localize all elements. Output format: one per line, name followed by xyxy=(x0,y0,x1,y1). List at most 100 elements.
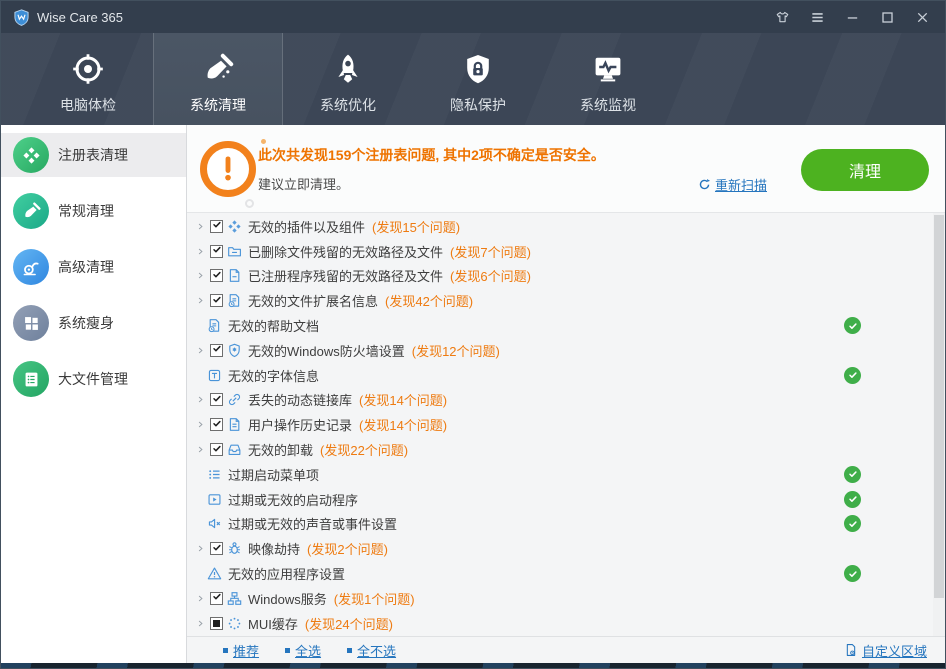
row-label: 用户操作历史记录 xyxy=(248,415,352,434)
expand-chevron-icon[interactable] xyxy=(196,618,205,629)
close-button[interactable] xyxy=(909,5,935,29)
list-row: Windows服务 (发现1个问题) xyxy=(187,586,945,611)
row-label: MUI缓存 xyxy=(248,614,298,633)
issues-list: 无效的插件以及组件 (发现15个问题) 已删除文件残留的无效路径及文件 (发现7… xyxy=(187,213,945,636)
brush-icon xyxy=(13,193,49,229)
row-checkbox[interactable] xyxy=(210,443,223,456)
doc-gear-icon xyxy=(844,643,858,657)
tab-system-monitor[interactable]: 系统监视 xyxy=(543,33,673,125)
sidebar-item-label: 大文件管理 xyxy=(58,369,128,389)
row-issue-count: (发现2个问题) xyxy=(307,539,388,558)
rescan-link[interactable]: 重新扫描 xyxy=(698,175,767,194)
row-label: 已注册程序残留的无效路径及文件 xyxy=(248,266,443,285)
row-issue-count: (发现42个问题) xyxy=(385,291,473,310)
list-row: 丢失的动态链接库 (发现14个问题) xyxy=(187,388,945,413)
minimize-button[interactable] xyxy=(839,5,865,29)
monitor-icon xyxy=(592,47,624,91)
expand-chevron-icon[interactable] xyxy=(196,444,205,455)
row-checkbox[interactable] xyxy=(210,220,223,233)
row-checkbox[interactable] xyxy=(210,344,223,357)
checkmark-icon xyxy=(212,417,222,430)
row-checkbox[interactable] xyxy=(210,269,223,282)
checkmark-icon xyxy=(212,342,222,355)
refresh-icon xyxy=(698,178,711,191)
row-checkbox[interactable] xyxy=(210,393,223,406)
sidebar-item-label: 高级清理 xyxy=(58,257,114,277)
checkmark-icon xyxy=(212,442,222,455)
sidebar-item-system-slimming[interactable]: 系统瘦身 xyxy=(1,301,186,345)
row-issue-count: (发现22个问题) xyxy=(320,440,408,459)
row-checkbox[interactable] xyxy=(210,418,223,431)
bug-icon xyxy=(227,541,242,556)
app-window: Wise Care 365 电脑体检 系统清理 系统优化 隐私保护 系统监视 注… xyxy=(0,0,946,669)
maximize-button[interactable] xyxy=(874,5,900,29)
checkmark-icon xyxy=(212,392,222,405)
target-icon xyxy=(72,47,104,91)
vacuum-icon xyxy=(13,249,49,285)
expand-chevron-icon[interactable] xyxy=(196,295,205,306)
expand-chevron-icon[interactable] xyxy=(196,221,205,232)
list-row: 已删除文件残留的无效路径及文件 (发现7个问题) xyxy=(187,239,945,264)
expand-chevron-icon[interactable] xyxy=(196,543,205,554)
tab-privacy-protect[interactable]: 隐私保护 xyxy=(413,33,543,125)
rescan-label: 重新扫描 xyxy=(715,175,767,194)
menu-button[interactable] xyxy=(804,5,830,29)
row-label: 映像劫持 xyxy=(248,539,300,558)
sidebar-item-registry-cleaner[interactable]: 注册表清理 xyxy=(1,133,186,177)
shield-star-icon xyxy=(227,343,242,358)
list-row: 无效的插件以及组件 (发现15个问题) xyxy=(187,214,945,239)
row-checkbox[interactable] xyxy=(210,617,223,630)
expand-chevron-icon[interactable] xyxy=(196,270,205,281)
row-label: 过期启动菜单项 xyxy=(228,465,319,484)
tab-label: 隐私保护 xyxy=(450,95,506,115)
row-issue-count: (发现1个问题) xyxy=(334,589,415,608)
row-checkbox[interactable] xyxy=(210,294,223,307)
expand-chevron-icon[interactable] xyxy=(196,394,205,405)
titlebar: Wise Care 365 xyxy=(1,1,945,33)
checkmark-icon xyxy=(212,243,222,256)
tab-pc-checkup[interactable]: 电脑体检 xyxy=(23,33,153,125)
summary-headline: 此次共发现159个注册表问题, 其中2项不确定是否安全。 xyxy=(258,145,605,165)
clean-ok-icon xyxy=(844,515,861,532)
tab-label: 系统监视 xyxy=(580,95,636,115)
list-row: 无效的应用程序设置 xyxy=(187,561,945,586)
scrollbar[interactable] xyxy=(933,213,945,636)
custom-area-link[interactable]: 自定义区域 xyxy=(844,641,927,660)
expand-chevron-icon[interactable] xyxy=(196,419,205,430)
skin-button[interactable] xyxy=(769,5,795,29)
expand-chevron-icon[interactable] xyxy=(196,345,205,356)
checkmark-icon xyxy=(212,268,222,281)
footer-link-label: 全选 xyxy=(295,641,321,660)
row-checkbox[interactable] xyxy=(210,592,223,605)
tab-system-cleaner[interactable]: 系统清理 xyxy=(153,33,283,125)
titlebar-controls xyxy=(769,5,935,29)
menu-list-icon xyxy=(207,467,222,482)
checkmark-icon xyxy=(212,590,222,603)
row-checkbox[interactable] xyxy=(210,245,223,258)
expand-chevron-icon[interactable] xyxy=(196,593,205,604)
footer-link-select-none[interactable]: 全不选 xyxy=(347,641,396,660)
bullet-icon xyxy=(223,648,228,653)
row-issue-count: (发现14个问题) xyxy=(359,390,447,409)
sidebar-item-advanced-cleaner[interactable]: 高级清理 xyxy=(1,245,186,289)
row-checkbox[interactable] xyxy=(210,542,223,555)
sidebar-item-common-cleaner[interactable]: 常规清理 xyxy=(1,189,186,233)
footer-link-recommended[interactable]: 推荐 xyxy=(223,641,259,660)
custom-area-label: 自定义区域 xyxy=(862,641,927,660)
bullet-icon xyxy=(285,648,290,653)
file-clock-icon xyxy=(227,293,242,308)
tab-system-tuneup[interactable]: 系统优化 xyxy=(283,33,413,125)
scrollbar-thumb[interactable] xyxy=(934,215,944,598)
list-row: 无效的卸载 (发现22个问题) xyxy=(187,437,945,462)
sidebar-item-big-files[interactable]: 大文件管理 xyxy=(1,357,186,401)
clean-ok-icon xyxy=(844,317,861,334)
list-row: 用户操作历史记录 (发现14个问题) xyxy=(187,412,945,437)
doc-list-icon xyxy=(13,361,49,397)
sidebar: 注册表清理 常规清理 高级清理 系统瘦身 大文件管理 xyxy=(1,125,187,663)
list-row: 映像劫持 (发现2个问题) xyxy=(187,536,945,561)
main-panel: 此次共发现159个注册表问题, 其中2项不确定是否安全。 建议立即清理。 重新扫… xyxy=(187,125,945,663)
tab-label: 系统优化 xyxy=(320,95,376,115)
expand-chevron-icon[interactable] xyxy=(196,246,205,257)
footer-link-select-all[interactable]: 全选 xyxy=(285,641,321,660)
clean-button[interactable]: 清理 xyxy=(801,149,929,191)
